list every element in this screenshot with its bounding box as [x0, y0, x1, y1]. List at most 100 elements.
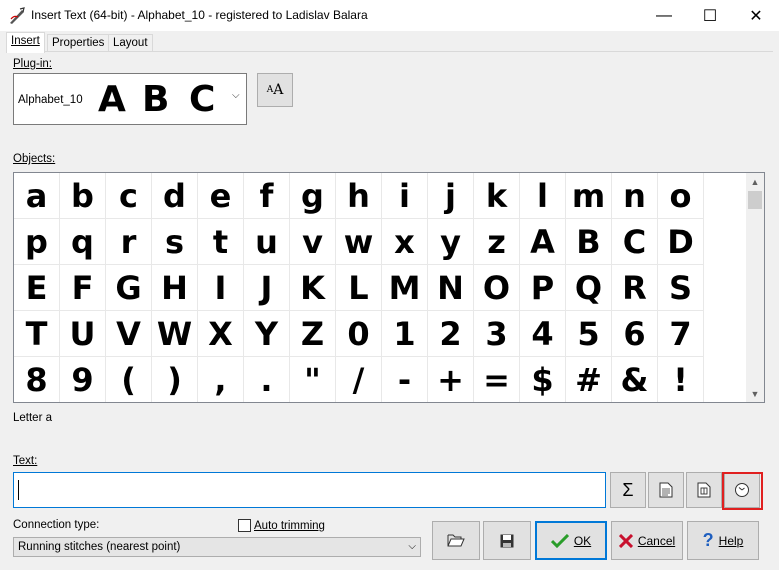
- glyph-cell[interactable]: h: [336, 173, 382, 219]
- glyph-cell[interactable]: c: [106, 173, 152, 219]
- glyph-cell[interactable]: 7: [658, 311, 704, 357]
- glyph-cell[interactable]: =: [474, 357, 520, 402]
- glyph-cell[interactable]: C: [612, 219, 658, 265]
- glyph-cell[interactable]: 4: [520, 311, 566, 357]
- glyph-cell[interactable]: S: [658, 265, 704, 311]
- glyph-cell[interactable]: e: [198, 173, 244, 219]
- auto-trimming-checkbox[interactable]: [238, 519, 251, 532]
- plugin-select[interactable]: Alphabet_10 A B C ⌵: [13, 73, 247, 125]
- glyph-cell[interactable]: U: [60, 311, 106, 357]
- glyph-cell[interactable]: (: [106, 357, 152, 402]
- text-input[interactable]: [13, 472, 606, 508]
- glyph-cell[interactable]: k: [474, 173, 520, 219]
- glyph-cell[interactable]: A: [520, 219, 566, 265]
- glyph-cell[interactable]: 2: [428, 311, 474, 357]
- glyph-cell[interactable]: I: [198, 265, 244, 311]
- glyph-cell[interactable]: Q: [566, 265, 612, 311]
- glyph-cell[interactable]: m: [566, 173, 612, 219]
- glyph-cell[interactable]: K: [290, 265, 336, 311]
- glyph-cell[interactable]: u: [244, 219, 290, 265]
- glyph-cell[interactable]: P: [520, 265, 566, 311]
- glyph-cell[interactable]: W: [152, 311, 198, 357]
- glyph-cell[interactable]: B: [566, 219, 612, 265]
- cancel-button[interactable]: Cancel: [611, 521, 683, 560]
- glyph-cell[interactable]: z: [474, 219, 520, 265]
- glyph-cell[interactable]: 3: [474, 311, 520, 357]
- glyph-cell[interactable]: s: [152, 219, 198, 265]
- scroll-down-icon[interactable]: ▼: [746, 385, 764, 402]
- scroll-up-icon[interactable]: ▲: [746, 173, 764, 190]
- close-button[interactable]: ✕: [733, 0, 779, 31]
- glyph-cell[interactable]: N: [428, 265, 474, 311]
- glyph-cell[interactable]: Y: [244, 311, 290, 357]
- glyph-cell[interactable]: i: [382, 173, 428, 219]
- glyph-cell[interactable]: V: [106, 311, 152, 357]
- help-button[interactable]: ? Help: [687, 521, 759, 560]
- document-button[interactable]: [648, 472, 684, 508]
- glyph-cell[interactable]: y: [428, 219, 474, 265]
- connection-type-select[interactable]: Running stitches (nearest point) ⌵: [13, 537, 421, 557]
- glyph-cell[interactable]: 1: [382, 311, 428, 357]
- plugin-label: Plug-in:: [13, 58, 52, 70]
- scroll-thumb[interactable]: [748, 191, 762, 209]
- glyph-cell[interactable]: 8: [14, 357, 60, 402]
- glyph-cell[interactable]: .: [244, 357, 290, 402]
- glyph-cell[interactable]: n: [612, 173, 658, 219]
- glyph-cell[interactable]: #: [566, 357, 612, 402]
- symbol-button[interactable]: Σ: [610, 472, 646, 508]
- glyph-cell[interactable]: &: [612, 357, 658, 402]
- glyph-cell[interactable]: H: [152, 265, 198, 311]
- glyph-cell[interactable]: M: [382, 265, 428, 311]
- glyph-cell[interactable]: f: [244, 173, 290, 219]
- glyph-cell[interactable]: +: [428, 357, 474, 402]
- glyph-cell[interactable]: q: [60, 219, 106, 265]
- glyph-cell[interactable]: R: [612, 265, 658, 311]
- glyph-cell[interactable]: l: [520, 173, 566, 219]
- document-settings-button[interactable]: [686, 472, 722, 508]
- open-button[interactable]: [432, 521, 480, 560]
- glyph-cell[interactable]: x: [382, 219, 428, 265]
- glyph-cell[interactable]: 9: [60, 357, 106, 402]
- glyph-cell[interactable]: g: [290, 173, 336, 219]
- glyph-cell[interactable]: G: [106, 265, 152, 311]
- glyph-cell[interactable]: J: [244, 265, 290, 311]
- glyph-cell[interactable]: t: [198, 219, 244, 265]
- glyph-cell[interactable]: d: [152, 173, 198, 219]
- glyph-cell[interactable]: L: [336, 265, 382, 311]
- glyph-cell[interactable]: X: [198, 311, 244, 357]
- glyph-cell[interactable]: D: [658, 219, 704, 265]
- glyph-cell[interactable]: r: [106, 219, 152, 265]
- sigma-icon: Σ: [622, 479, 634, 500]
- glyph-cell[interactable]: p: [14, 219, 60, 265]
- glyph-cell[interactable]: 5: [566, 311, 612, 357]
- glyph-cell[interactable]: ": [290, 357, 336, 402]
- glyph-cell[interactable]: ,: [198, 357, 244, 402]
- glyph-cell[interactable]: a: [14, 173, 60, 219]
- glyph-cell[interactable]: ): [152, 357, 198, 402]
- minimize-button[interactable]: —: [641, 0, 687, 31]
- save-button[interactable]: [483, 521, 531, 560]
- glyph-cell[interactable]: O: [474, 265, 520, 311]
- glyph-cell[interactable]: b: [60, 173, 106, 219]
- maximize-button[interactable]: ☐: [687, 0, 733, 31]
- glyph-cell[interactable]: w: [336, 219, 382, 265]
- glyph-cell[interactable]: -: [382, 357, 428, 402]
- tab-properties[interactable]: Properties: [47, 34, 110, 52]
- glyph-cell[interactable]: F: [60, 265, 106, 311]
- glyph-cell[interactable]: E: [14, 265, 60, 311]
- glyph-cell[interactable]: !: [658, 357, 704, 402]
- glyph-cell[interactable]: $: [520, 357, 566, 402]
- glyph-cell[interactable]: 0: [336, 311, 382, 357]
- tab-layout[interactable]: Layout: [108, 34, 153, 52]
- objects-scrollbar[interactable]: ▲ ▼: [746, 173, 764, 402]
- glyph-cell[interactable]: o: [658, 173, 704, 219]
- glyph-cell[interactable]: 6: [612, 311, 658, 357]
- glyph-cell[interactable]: Z: [290, 311, 336, 357]
- glyph-cell[interactable]: j: [428, 173, 474, 219]
- tab-insert[interactable]: Insert: [6, 32, 45, 53]
- font-size-button[interactable]: AA: [257, 73, 293, 107]
- glyph-cell[interactable]: /: [336, 357, 382, 402]
- glyph-cell[interactable]: T: [14, 311, 60, 357]
- ok-button[interactable]: OK: [535, 521, 607, 560]
- glyph-cell[interactable]: v: [290, 219, 336, 265]
